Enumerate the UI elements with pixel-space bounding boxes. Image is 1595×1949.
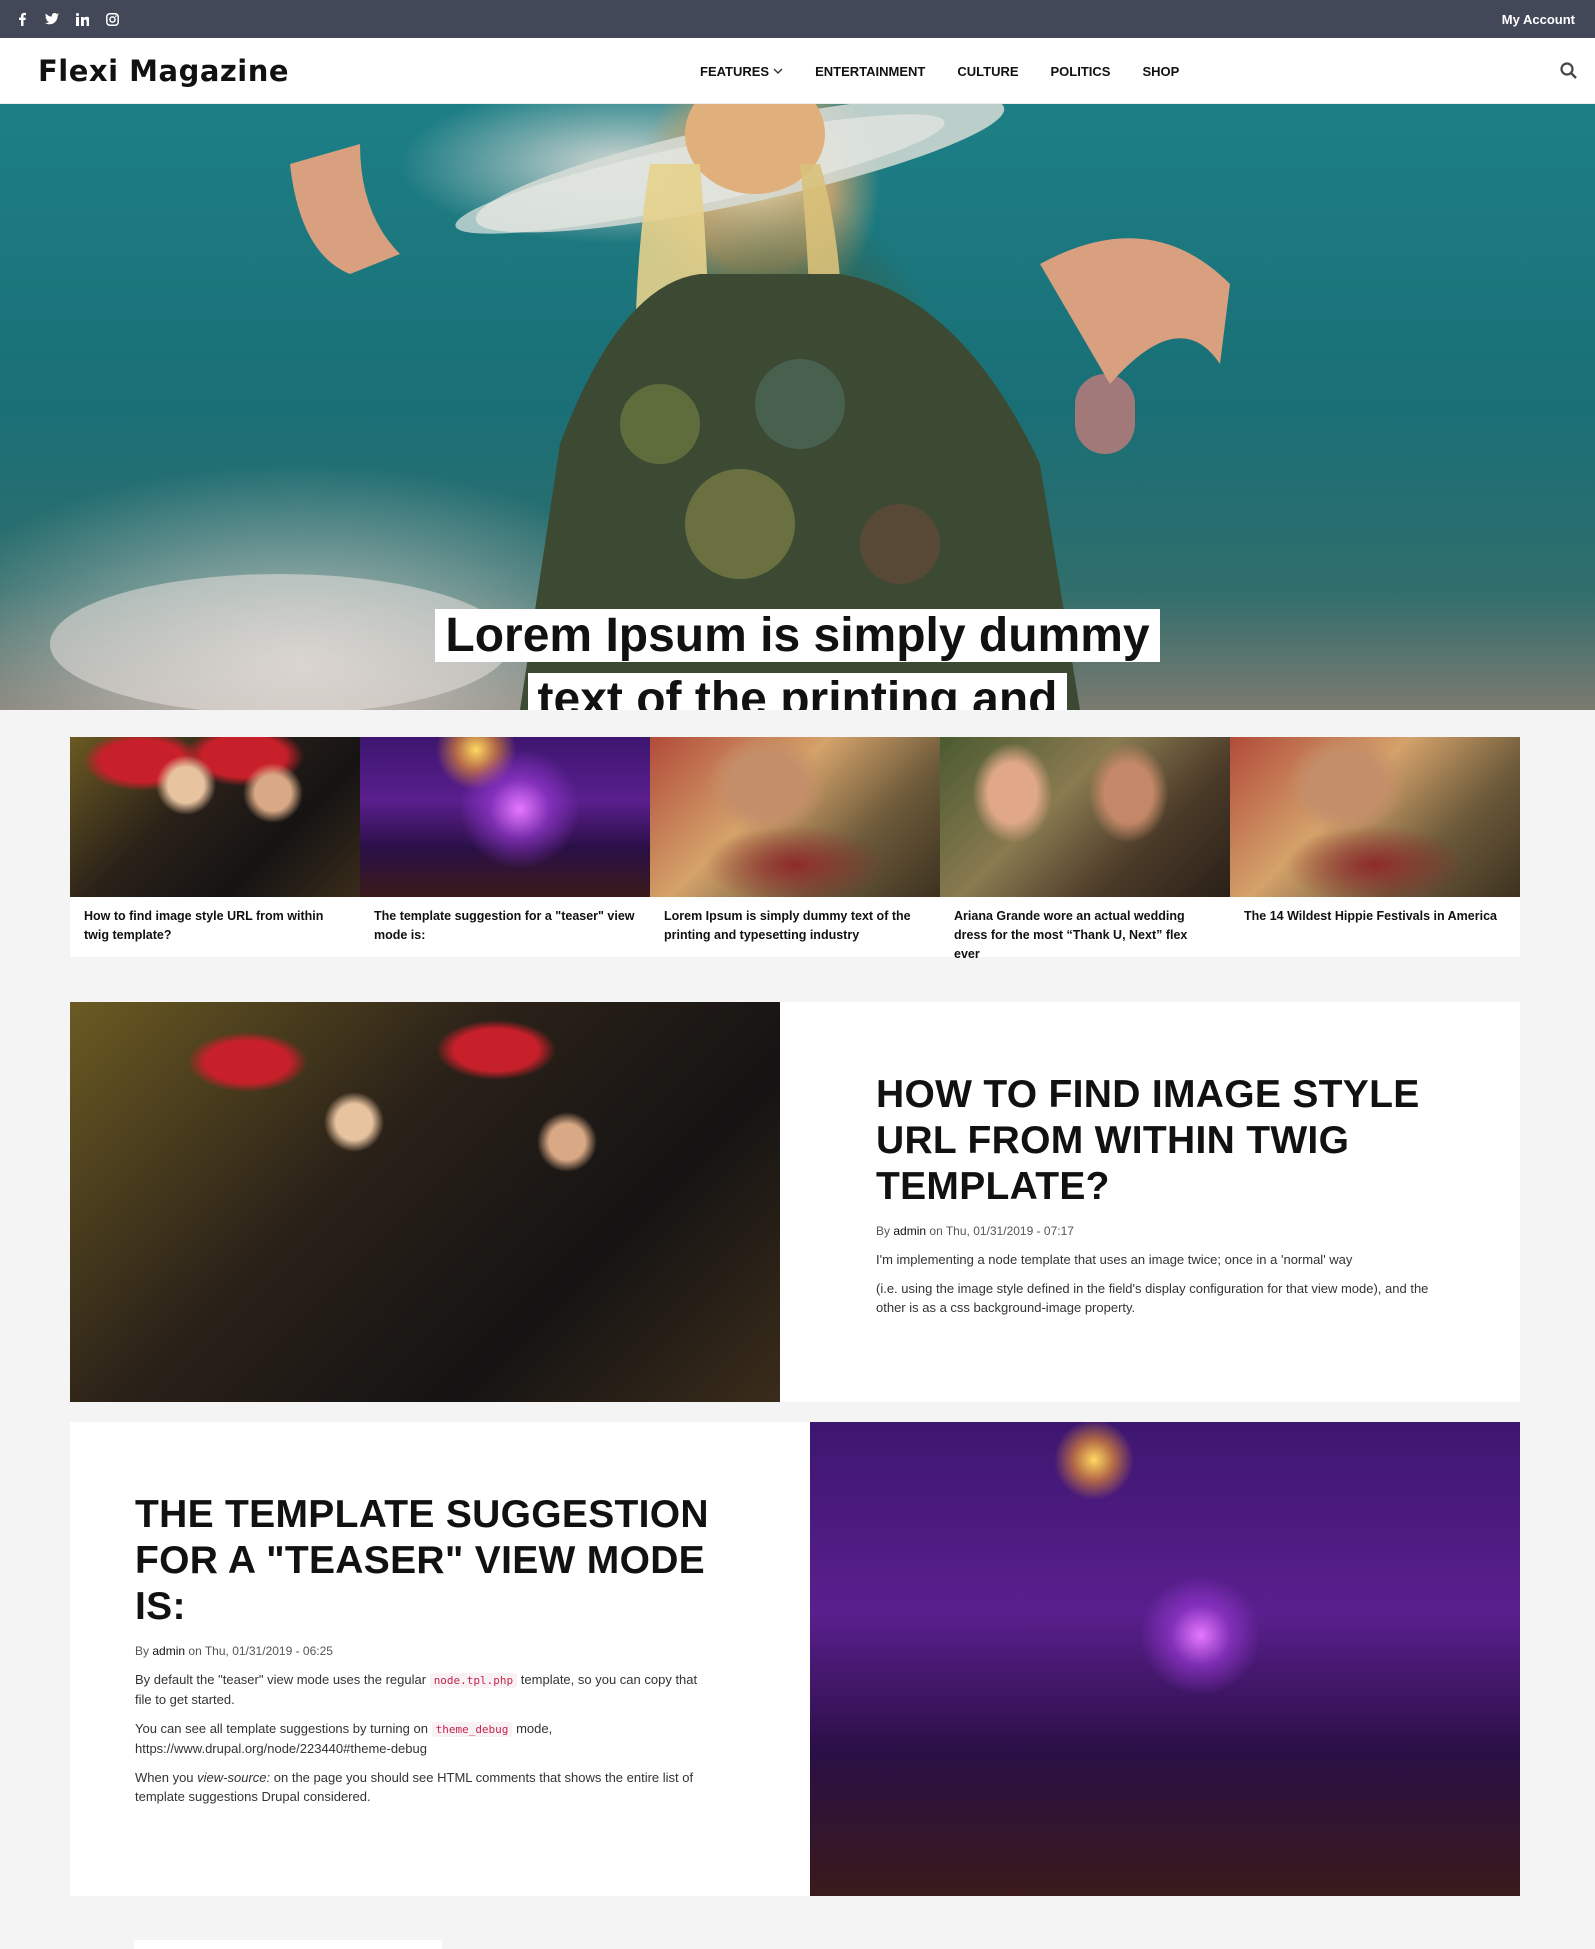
article-paragraph: By default the "teaser" view mode uses t… — [135, 1670, 715, 1709]
article-paragraph: (i.e. using the image style defined in t… — [876, 1281, 1429, 1315]
strip-image[interactable] — [1230, 737, 1520, 897]
twitter-icon[interactable] — [44, 11, 60, 27]
nav-shop[interactable]: SHOP — [1126, 64, 1195, 79]
author-link[interactable]: admin — [893, 1224, 926, 1238]
strip-item[interactable]: The 14 Wildest Hippie Festivals in Ameri… — [1230, 737, 1520, 957]
nav-politics[interactable]: POLITICS — [1035, 64, 1127, 79]
meta-date: on Thu, 01/31/2019 - 07:17 — [929, 1224, 1074, 1238]
strip-item[interactable]: Ariana Grande wore an actual wedding dre… — [940, 737, 1230, 961]
strip-image[interactable] — [940, 737, 1230, 897]
article-card: HOW TO FIND IMAGE STYLE URL FROM WITHIN … — [70, 1002, 1520, 1402]
article-paragraph: When you view-source: on the page you sh… — [135, 1768, 715, 1806]
text: You can see all template suggestions by … — [135, 1721, 428, 1736]
article-image[interactable] — [70, 1002, 780, 1402]
site-logo[interactable]: Flexi Magazine — [38, 54, 289, 88]
site-header: Flexi Magazine FEATURES ENTERTAINMENT CU… — [0, 38, 1595, 104]
strip-image[interactable] — [650, 737, 940, 897]
main-nav: FEATURES ENTERTAINMENT CULTURE POLITICS … — [684, 38, 1195, 104]
hero-title[interactable]: Lorem Ipsum is simply dummy text of the … — [435, 609, 1160, 710]
featured-strip: How to find image style URL from within … — [70, 737, 1520, 961]
strip-title[interactable]: The template suggestion for a "teaser" v… — [360, 897, 650, 955]
nav-label: FEATURES — [700, 63, 770, 79]
meta-by: By — [135, 1644, 150, 1658]
code-snippet: node.tpl.php — [429, 1673, 518, 1688]
nav-culture[interactable]: CULTURE — [941, 64, 1034, 79]
strip-item[interactable]: How to find image style URL from within … — [70, 737, 360, 957]
article-paragraph: You can see all template suggestions by … — [135, 1719, 715, 1758]
social-links — [14, 11, 120, 27]
meta-date: on Thu, 01/31/2019 - 06:25 — [188, 1644, 333, 1658]
code-snippet: theme_debug — [431, 1722, 513, 1737]
my-account-link[interactable]: My Account — [1502, 12, 1575, 27]
strip-item[interactable]: Lorem Ipsum is simply dummy text of the … — [650, 737, 940, 957]
strip-item[interactable]: The template suggestion for a "teaser" v… — [360, 737, 650, 957]
text: By default the "teaser" view mode uses t… — [135, 1672, 427, 1687]
nav-entertainment[interactable]: ENTERTAINMENT — [799, 64, 941, 79]
article-paragraph: I'm implementing a node template that us… — [876, 1252, 1353, 1267]
chevron-down-icon — [773, 68, 783, 74]
search-icon[interactable] — [1560, 62, 1577, 84]
linkedin-icon[interactable] — [74, 11, 90, 27]
strip-image[interactable] — [360, 737, 650, 897]
article-meta: By admin on Thu, 01/31/2019 - 07:17 — [876, 1224, 1436, 1238]
emphasis: view-source: — [197, 1770, 271, 1785]
strip-title[interactable]: The 14 Wildest Hippie Festivals in Ameri… — [1230, 897, 1520, 936]
facebook-icon[interactable] — [14, 11, 30, 27]
article-meta: By admin on Thu, 01/31/2019 - 06:25 — [135, 1644, 715, 1658]
strip-title[interactable]: How to find image style URL from within … — [70, 897, 360, 955]
text: When you — [135, 1770, 194, 1785]
article-card: THE TEMPLATE SUGGESTION FOR A "TEASER" V… — [70, 1422, 1520, 1896]
strip-title[interactable]: Lorem Ipsum is simply dummy text of the … — [650, 897, 940, 955]
bottom-block — [134, 1940, 442, 1949]
instagram-icon[interactable] — [104, 11, 120, 27]
strip-image[interactable] — [70, 737, 360, 897]
article-title[interactable]: HOW TO FIND IMAGE STYLE URL FROM WITHIN … — [876, 1072, 1436, 1210]
strip-title[interactable]: Ariana Grande wore an actual wedding dre… — [940, 897, 1230, 974]
hero-banner[interactable]: Lorem Ipsum is simply dummy text of the … — [0, 104, 1595, 710]
author-link[interactable]: admin — [152, 1644, 185, 1658]
nav-features[interactable]: FEATURES — [684, 64, 799, 79]
meta-by: By — [876, 1224, 891, 1238]
top-bar: My Account — [0, 0, 1595, 38]
article-title[interactable]: THE TEMPLATE SUGGESTION FOR A "TEASER" V… — [135, 1492, 715, 1630]
article-image[interactable] — [810, 1422, 1520, 1896]
